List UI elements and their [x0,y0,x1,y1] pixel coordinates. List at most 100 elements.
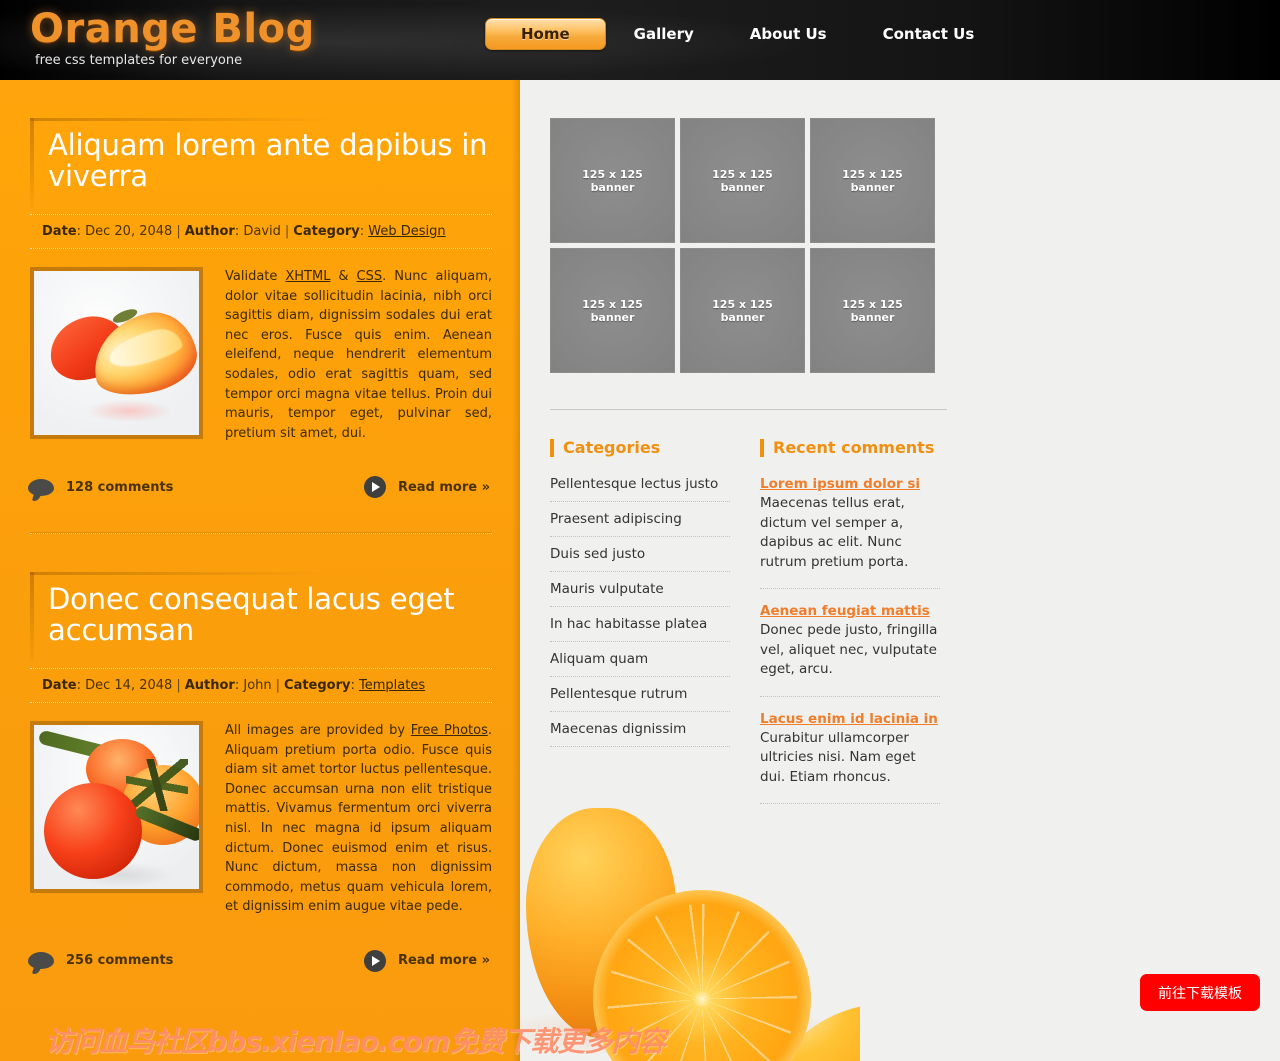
comments-group[interactable]: 256 comments [28,952,173,970]
category-item[interactable]: Aliquam quam [550,642,730,677]
free-photos-link[interactable]: Free Photos [411,723,488,738]
post-category-label: Category [284,678,351,693]
site-logo[interactable]: Orange Blog [30,6,315,52]
blog-post: Aliquam lorem ante dapibus in viverra Da… [28,118,492,501]
post-text-rest: . Aliquam pretium porta odio. Fusce quis… [225,723,492,915]
category-item[interactable]: Mauris vulputate [550,572,730,607]
recent-comment-link[interactable]: Lorem ipsum dolor si [760,476,940,492]
readmore-group[interactable]: Read more » [363,949,490,972]
category-item[interactable]: Praesent adipiscing [550,502,730,537]
post-footer: 256 comments Read more » [28,947,490,975]
meta-separator: | [176,224,181,239]
banner-size-label: 125 x 125 [712,167,773,181]
sidebar: 125 x 125 banner 125 x 125 banner 125 x … [520,80,1280,1061]
categories-list: Pellentesque lectus justo Praesent adipi… [550,476,730,747]
recent-comments-title: Recent comments [760,438,940,458]
comments-count[interactable]: 256 comments [66,953,173,968]
comments-group[interactable]: 128 comments [28,478,173,496]
post-category-link[interactable]: Templates [359,678,425,693]
category-item[interactable]: Pellentesque rutrum [550,677,730,712]
post-thumbnail[interactable] [30,267,203,439]
post-title-box: Donec consequat lacus eget accumsan [30,572,492,662]
post-body: Validate XHTML & CSS. Nunc aliquam, dolo… [30,267,492,443]
nav-item-gallery[interactable]: Gallery [606,18,722,50]
meta-separator: | [284,224,290,239]
banner-ad[interactable]: 125 x 125 banner [810,248,935,373]
tomato-photo [34,725,199,889]
nav-item-contact-us[interactable]: Contact Us [855,18,1003,50]
page-root: Orange Blog free css templates for every… [0,0,1280,1061]
category-item[interactable]: In hac habitasse platea [550,607,730,642]
recent-comment-item: Aenean feugiat mattis Donec pede justo, … [760,603,940,697]
banner-ad[interactable]: 125 x 125 banner [680,248,805,373]
recent-comment-text: Donec pede justo, fringilla vel, aliquet… [760,622,938,677]
post-meta: Date: Dec 14, 2048 | Author: John | Category… [30,668,492,703]
post-text: All images are provided by Free Photos. … [203,721,492,917]
post-category-link[interactable]: Web Design [368,224,445,239]
readmore-group[interactable]: Read more » [363,476,490,499]
category-item[interactable]: Pellentesque lectus justo [550,476,730,502]
post-author-value: David [243,224,281,239]
post-thumbnail[interactable] [30,721,203,893]
post-meta: Date: Dec 20, 2048 | Author: David | Categor… [30,214,492,249]
post-date-label: Date [42,678,77,693]
comments-count[interactable]: 128 comments [66,480,173,495]
blog-post: Donec consequat lacus eget accumsan Date… [28,572,492,975]
post-title-box: Aliquam lorem ante dapibus in viverra [30,118,492,208]
post-text-rest: . Nunc aliquam, dolor vitae sollicitudin… [225,269,492,441]
colon: : [76,224,86,239]
content-edge-shadow [512,80,520,1061]
categories-widget: Categories Pellentesque lectus justo Pra… [550,438,730,747]
colon: : [350,678,360,693]
post-separator [30,532,492,534]
site-tagline: free css templates for everyone [35,53,243,68]
sidebar-divider [550,409,947,410]
comment-bubble-icon [28,478,54,496]
post-author-label: Author [184,224,235,239]
post-date-label: Date [42,224,77,239]
banner-type-label: banner [720,310,765,324]
post-date-value: Dec 20, 2048 [85,224,173,239]
post-body: All images are provided by Free Photos. … [30,721,492,917]
post-category-label: Category [293,224,360,239]
read-more-link[interactable]: Read more » [398,953,490,968]
content-column: Aliquam lorem ante dapibus in viverra Da… [0,80,520,1061]
meta-separator: | [275,678,281,693]
read-more-link[interactable]: Read more » [398,480,490,495]
post-author-label: Author [184,678,235,693]
play-circle-icon [363,476,386,499]
meta-separator: | [176,678,181,693]
site-header: Orange Blog free css templates for every… [0,0,1280,80]
tomato-front [44,783,142,879]
post-footer: 128 comments Read more » [28,473,490,501]
banner-ad[interactable]: 125 x 125 banner [550,248,675,373]
recent-comment-link[interactable]: Aenean feugiat mattis [760,603,940,619]
post-title[interactable]: Donec consequat lacus eget accumsan [48,584,488,646]
banner-type-label: banner [590,310,635,324]
post-text-mid: & [330,269,357,284]
strawberry-photo [34,271,199,435]
post-text-prefix: Validate [225,269,286,284]
tomato-calyx [126,759,188,811]
recent-comment-link[interactable]: Lacus enim id lacinia in [760,711,940,727]
main-navigation: Home Gallery About Us Contact Us [485,18,1002,50]
nav-item-about-us[interactable]: About Us [722,18,855,50]
category-item[interactable]: Duis sed justo [550,537,730,572]
banner-ad[interactable]: 125 x 125 banner [680,118,805,243]
recent-comment-text: Curabitur ullamcorper ultricies nisi. Na… [760,729,916,785]
download-template-button[interactable]: 前往下载模板 [1140,974,1260,1011]
post-title[interactable]: Aliquam lorem ante dapibus in viverra [48,130,488,192]
category-item[interactable]: Maecenas dignissim [550,712,730,747]
post-date-value: Dec 14, 2048 [85,678,173,693]
nav-item-home[interactable]: Home [485,18,606,50]
banner-ad[interactable]: 125 x 125 banner [810,118,935,243]
banner-type-label: banner [850,310,895,324]
play-circle-icon [363,949,386,972]
xhtml-link[interactable]: XHTML [285,269,330,284]
banner-ad[interactable]: 125 x 125 banner [550,118,675,243]
recent-comments-widget: Recent comments Lorem ipsum dolor si Mae… [760,438,940,818]
css-link[interactable]: CSS [357,269,383,284]
banner-size-label: 125 x 125 [582,297,643,311]
banner-type-label: banner [590,180,635,194]
recent-comment-text: Maecenas tellus erat, dictum vel semper … [760,495,909,570]
